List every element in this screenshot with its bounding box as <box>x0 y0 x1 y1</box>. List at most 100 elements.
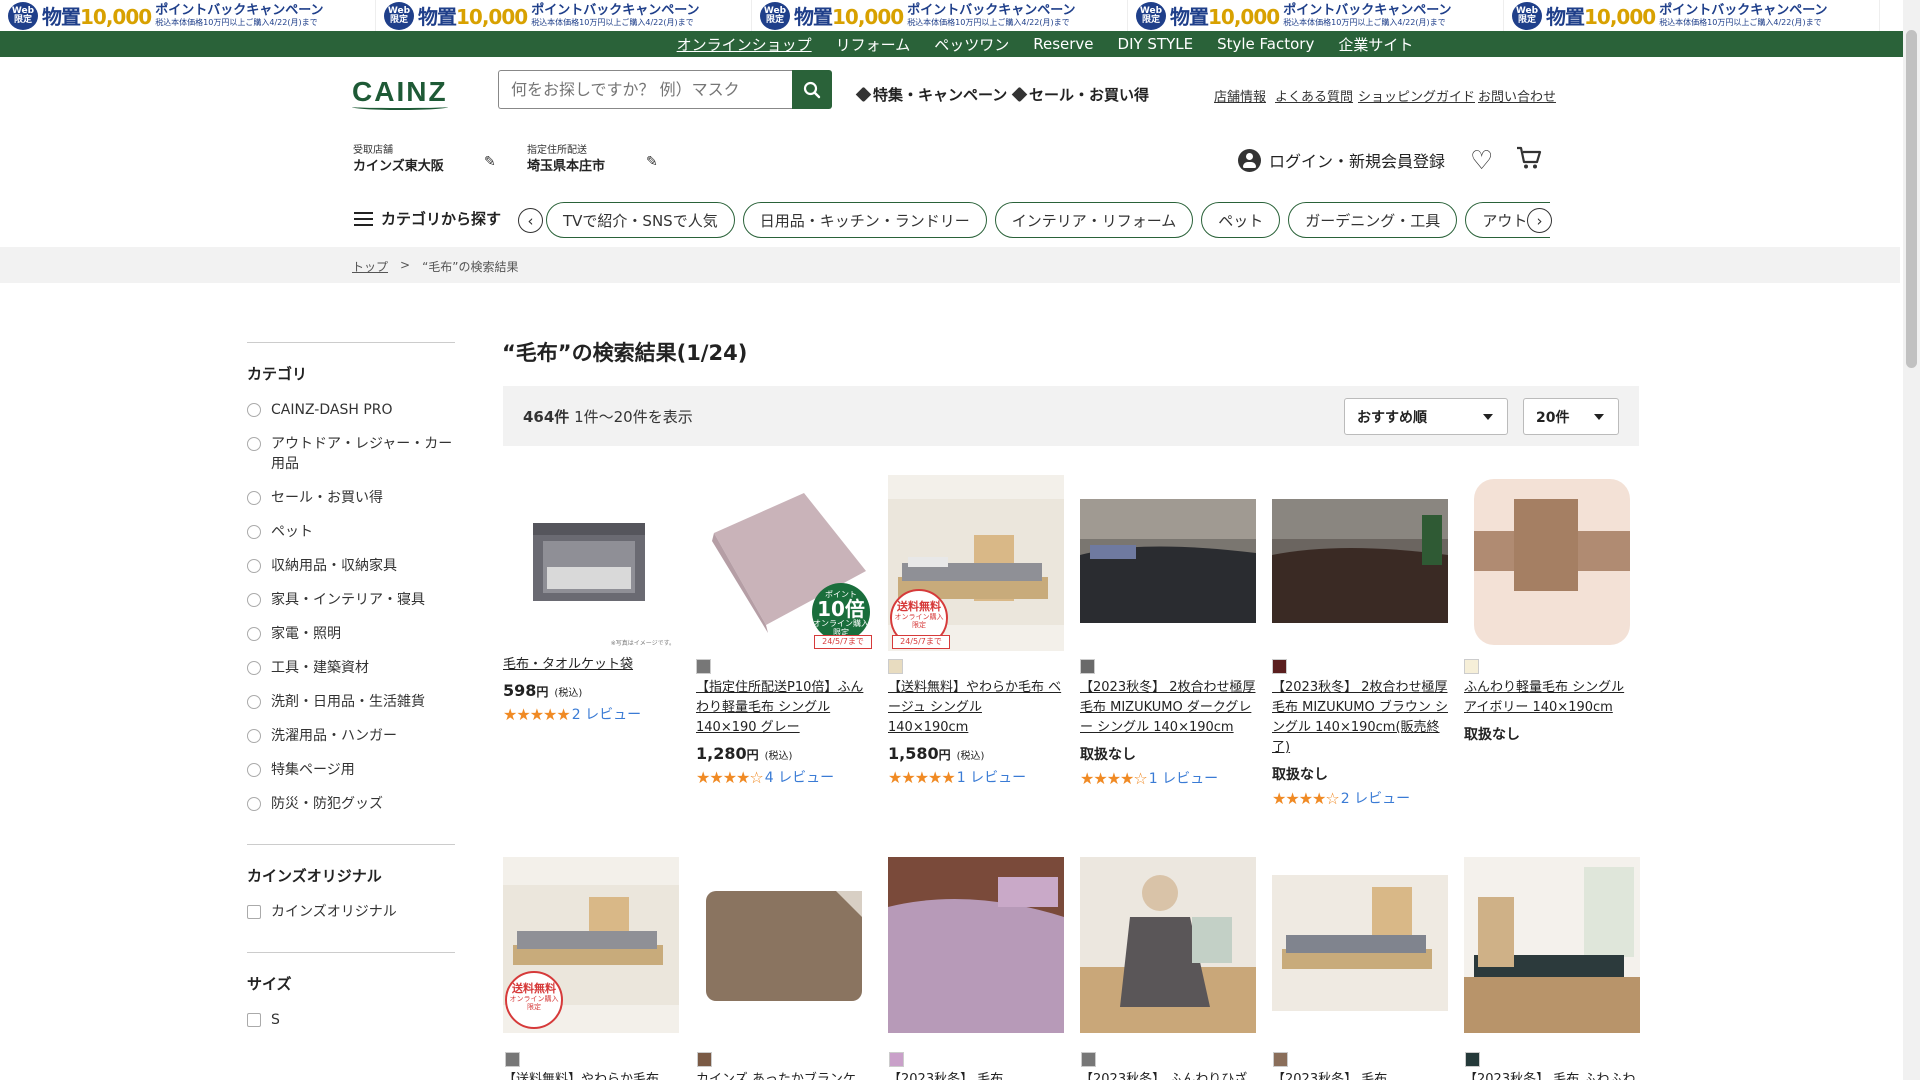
category-pill[interactable]: 日用品・キッチン・ランドリー <box>742 202 987 238</box>
category-menu-button[interactable]: カテゴリから探す <box>354 208 501 229</box>
radio-button[interactable] <box>247 729 261 743</box>
product-image[interactable] <box>1464 475 1640 651</box>
radio-button[interactable] <box>247 437 261 451</box>
review-link[interactable]: 1 レビュー <box>1149 768 1218 788</box>
radio-button[interactable] <box>247 525 261 539</box>
radio-button[interactable] <box>247 661 261 675</box>
radio-button[interactable] <box>247 559 261 573</box>
radio-button[interactable] <box>247 797 261 811</box>
global-nav-style-factory[interactable]: Style Factory <box>1217 35 1314 53</box>
product-card[interactable]: ※写真はイメージです。 毛布・タオルケット袋 598円 (税込) ★★★★★ 2 レ… <box>503 475 679 724</box>
product-image[interactable]: 送料無料 オンライン購入限定 24/5/7まで <box>888 475 1064 651</box>
product-image[interactable] <box>1464 857 1640 1033</box>
color-swatch[interactable] <box>1273 1052 1288 1067</box>
color-swatch[interactable] <box>888 659 903 674</box>
product-image[interactable] <box>1272 857 1448 1033</box>
feature-campaign-link[interactable]: 特集・キャンペーン <box>855 84 1007 105</box>
category-filter-item[interactable]: 洗剤・日用品・生活雑貨 <box>247 692 455 712</box>
category-pill[interactable]: インテリア・リフォーム <box>994 202 1194 238</box>
product-image[interactable] <box>1080 475 1256 651</box>
scrollbar-thumb[interactable] <box>1906 30 1917 368</box>
product-card[interactable] <box>1464 857 1640 1033</box>
category-filter-item[interactable]: ペット <box>247 522 455 542</box>
category-pill[interactable]: TVで紹介・SNSで人気 <box>546 202 735 238</box>
product-name[interactable]: 【2023秋冬】 2枚合わせ極厚毛布 MIZUKUMO ブラウン シングル 14… <box>1272 678 1448 758</box>
product-card[interactable]: 【2023秋冬】 2枚合わせ極厚毛布 MIZUKUMO ブラウン シングル 14… <box>1272 475 1448 808</box>
product-name[interactable]: ふんわり軽量毛布 シングル アイボリー 140×190cm <box>1464 678 1640 718</box>
product-card[interactable] <box>888 857 1064 1033</box>
product-image[interactable]: ポイント 10倍 オンライン購入限定 24/5/7まで <box>696 475 872 651</box>
color-swatch[interactable] <box>505 1052 520 1067</box>
category-filter-item[interactable]: 家具・インテリア・寝具 <box>247 590 455 610</box>
checkbox[interactable] <box>247 1013 261 1027</box>
login-register-link[interactable]: ログイン・新規会員登録 <box>1238 148 1445 172</box>
faq-link[interactable]: よくある質問 <box>1275 86 1353 105</box>
color-swatch[interactable] <box>697 1052 712 1067</box>
product-image[interactable] <box>1080 857 1256 1033</box>
product-card[interactable] <box>696 857 872 1033</box>
product-name[interactable]: 【2023秋冬】 ふんわりひざ <box>1080 1070 1256 1080</box>
color-swatch[interactable] <box>889 1052 904 1067</box>
search-button[interactable] <box>792 70 832 109</box>
color-swatch[interactable] <box>1465 1052 1480 1067</box>
promo-banner[interactable]: Web限定 物置10,000 ポイントバックキャンペーン 税込本体価格10万円以上… <box>0 0 1920 31</box>
size-filter-item[interactable]: S <box>247 1010 455 1030</box>
category-filter-item[interactable]: アウトドア・レジャー・カー用品 <box>247 434 455 474</box>
product-card[interactable] <box>1080 857 1256 1033</box>
edit-address-icon[interactable]: ✎ <box>646 154 658 170</box>
product-name[interactable]: 【送料無料】やわらか毛布 ベージュ シングル 140×190cm <box>888 678 1064 738</box>
product-name[interactable]: 【2023秋冬】 毛布 ふわふわ <box>1464 1070 1640 1080</box>
shopping-guide-link[interactable]: ショッピングガイド <box>1358 86 1475 105</box>
color-swatch[interactable] <box>1080 659 1095 674</box>
category-filter-item[interactable]: 洗濯用品・ハンガー <box>247 726 455 746</box>
cart-icon[interactable] <box>1516 146 1542 174</box>
review-link[interactable]: 2 レビュー <box>572 704 641 724</box>
radio-button[interactable] <box>247 763 261 777</box>
radio-button[interactable] <box>247 491 261 505</box>
favorite-heart-icon[interactable]: ♡ <box>1470 146 1493 176</box>
chevron-left-icon[interactable]: ‹ <box>518 208 543 233</box>
product-card[interactable]: ポイント 10倍 オンライン購入限定 24/5/7まで 【指定住所配送P10倍】ふん… <box>696 475 872 787</box>
contact-link[interactable]: お問い合わせ <box>1478 86 1556 105</box>
edit-store-icon[interactable]: ✎ <box>484 154 496 170</box>
search-input[interactable] <box>498 70 792 109</box>
category-pill[interactable]: ペット <box>1201 202 1281 238</box>
promo-tile[interactable]: Web限定 物置10,000 ポイントバックキャンペーン 税込本体価格10万円以上… <box>376 0 752 31</box>
color-swatch[interactable] <box>1081 1052 1096 1067</box>
product-name[interactable]: 【2023秋冬】 毛布 <box>1272 1070 1448 1080</box>
category-filter-item[interactable]: CAINZ-DASH PRO <box>247 400 455 420</box>
checkbox[interactable] <box>247 905 261 919</box>
sort-select[interactable]: おすすめ順 <box>1344 398 1508 435</box>
product-name[interactable]: カインズ あったかブランケ <box>696 1070 872 1080</box>
category-filter-item[interactable]: 収納用品・収納家具 <box>247 556 455 576</box>
product-image[interactable]: ※写真はイメージです。 <box>503 475 679 651</box>
product-image[interactable] <box>888 857 1064 1033</box>
review-link[interactable]: 4 レビュー <box>765 767 834 787</box>
radio-button[interactable] <box>247 403 261 417</box>
color-swatch[interactable] <box>1464 659 1479 674</box>
product-name[interactable]: 【送料無料】やわらか毛布 <box>503 1070 679 1080</box>
product-name[interactable]: 【指定住所配送P10倍】ふんわり軽量毛布 シングル 140×190 グレー <box>696 678 872 738</box>
product-card[interactable]: ふんわり軽量毛布 シングル アイボリー 140×190cm 取扱なし <box>1464 475 1640 744</box>
category-filter-item[interactable]: セール・お買い得 <box>247 488 455 508</box>
chevron-right-icon[interactable]: › <box>1527 208 1552 233</box>
promo-tile[interactable]: Web限定 物置10,000 ポイントバックキャンペーン 税込本体価格10万円以上… <box>1128 0 1504 31</box>
product-card[interactable]: 送料無料 オンライン購入限定 24/5/7まで 【送料無料】やわらか毛布 ベージュ… <box>888 475 1064 787</box>
global-nav-online-shop[interactable]: オンラインショップ <box>677 34 812 55</box>
category-filter-item[interactable]: 防災・防犯グッズ <box>247 794 455 814</box>
product-image[interactable]: 送料無料 オンライン購入限定 <box>503 857 679 1033</box>
sale-link[interactable]: セール・お買い得 <box>1011 84 1149 105</box>
product-image[interactable] <box>696 857 872 1033</box>
product-card[interactable] <box>1272 857 1448 1033</box>
product-image[interactable] <box>1272 475 1448 651</box>
global-nav-diy-style[interactable]: DIY STYLE <box>1118 35 1194 53</box>
category-pill[interactable]: ガーデニング・工具 <box>1288 202 1458 238</box>
promo-tile[interactable]: Web限定 物置10,000 ポイントバックキャンペーン 税込本体価格10万円以上… <box>1504 0 1880 31</box>
review-link[interactable]: 1 レビュー <box>957 767 1026 787</box>
product-name[interactable]: 【2023秋冬】 毛布 <box>888 1070 1064 1080</box>
per-page-select[interactable]: 20件 <box>1523 398 1619 435</box>
radio-button[interactable] <box>247 695 261 709</box>
color-swatch[interactable] <box>1272 659 1287 674</box>
breadcrumb-home[interactable]: トップ <box>352 258 388 275</box>
global-nav-petsone[interactable]: ペッツワン <box>934 34 1009 55</box>
